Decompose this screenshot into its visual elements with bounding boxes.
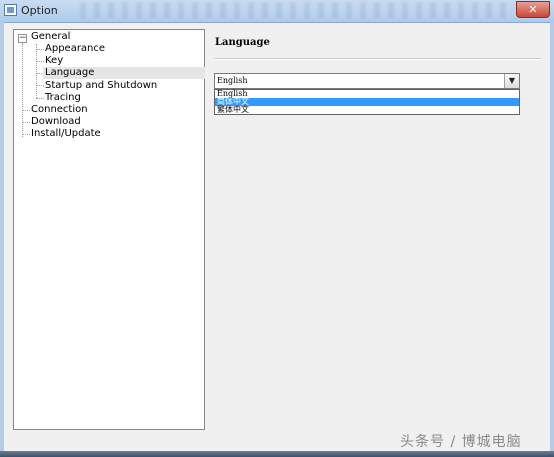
language-dropdown-list[interactable]: English 简体中文 繁体中文: [214, 89, 520, 115]
taskbar-strip: [0, 451, 554, 457]
close-button[interactable]: ✕: [516, 1, 550, 18]
chevron-down-icon[interactable]: ▼: [504, 74, 519, 88]
tree-item-appearance[interactable]: Appearance: [45, 43, 105, 55]
section-divider: [215, 58, 541, 60]
tree-item-tracing[interactable]: Tracing: [45, 92, 81, 104]
tree-connector: [36, 49, 44, 50]
language-select[interactable]: English ▼: [214, 73, 520, 89]
window-frame-right: [550, 22, 554, 457]
obscured-title-area: [80, 2, 510, 18]
tree-connector: [36, 85, 44, 86]
tree-item-connection[interactable]: Connection: [31, 104, 88, 116]
language-option-traditional-chinese[interactable]: 繁体中文: [215, 106, 519, 114]
tree-item-download[interactable]: Download: [31, 116, 81, 128]
app-icon: [4, 4, 17, 16]
window-title: Option: [21, 4, 58, 17]
collapse-toggle-icon[interactable]: −: [18, 34, 27, 43]
language-select-value: English: [217, 76, 248, 85]
tree-connector: [36, 98, 44, 99]
tree-item-key[interactable]: Key: [45, 55, 63, 67]
tree-connector: [36, 61, 44, 62]
options-tree[interactable]: − General Appearance Key Language Startu…: [13, 29, 205, 430]
section-title: Language: [215, 37, 270, 48]
language-option-english[interactable]: English: [215, 90, 519, 98]
tree-connector: [22, 122, 30, 123]
tree-connector: [22, 134, 30, 135]
tree-connector: [22, 110, 30, 111]
watermark: 头条号 / 博城电脑: [400, 434, 522, 450]
tree-item-install-update[interactable]: Install/Update: [31, 128, 101, 140]
tree-item-general[interactable]: General: [31, 31, 70, 43]
tree-item-startup-and-shutdown[interactable]: Startup and Shutdown: [45, 80, 157, 92]
language-option-simplified-chinese[interactable]: 简体中文: [215, 98, 519, 106]
title-bar: Option ✕: [0, 0, 554, 23]
tree-item-language[interactable]: Language: [43, 67, 205, 79]
window-frame-left: [0, 22, 4, 457]
tree-connector: [36, 44, 37, 98]
